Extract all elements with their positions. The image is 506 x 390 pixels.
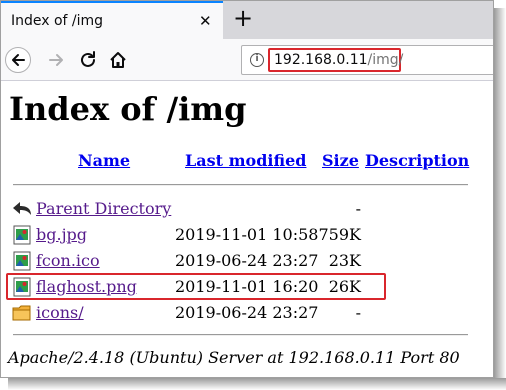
entry-size: 759K: [318, 225, 362, 244]
navigation-toolbar: i 192.168.0.11/img/: [1, 39, 493, 81]
entry-link[interactable]: Parent Directory: [36, 199, 171, 218]
info-icon[interactable]: i: [250, 53, 264, 67]
reload-button[interactable]: [75, 47, 101, 73]
column-header-size[interactable]: Size: [322, 151, 359, 170]
home-button[interactable]: [105, 47, 131, 73]
forward-button[interactable]: [43, 47, 69, 73]
browser-window: Index of /img ✕ + i 192.168.0.11/img/ In…: [0, 0, 494, 378]
home-icon: [110, 52, 126, 68]
image-file-icon: [13, 225, 31, 245]
tab-title: Index of /img: [11, 13, 104, 29]
divider-top: [13, 184, 468, 186]
close-tab-icon[interactable]: ✕: [199, 12, 212, 30]
column-header-name[interactable]: Name: [78, 151, 130, 170]
window-shadow-right: [494, 8, 506, 390]
divider-bottom: [13, 334, 468, 336]
back-button[interactable]: [5, 47, 31, 73]
url-text[interactable]: 192.168.0.11/img/: [274, 52, 403, 68]
tab-strip: Index of /img ✕ +: [1, 1, 493, 39]
image-file-icon: [13, 251, 31, 271]
new-tab-button[interactable]: +: [231, 4, 255, 32]
entry-date: 2019-06-24 23:27: [175, 303, 319, 322]
window-shadow-bottom: [8, 378, 506, 390]
entry-link[interactable]: bg.jpg: [36, 225, 87, 244]
entry-size: 23K: [328, 251, 361, 270]
entry-date: 2019-11-01 10:58: [175, 225, 319, 244]
list-item: icons/ 2019-06-24 23:27 -: [1, 300, 493, 326]
page-content: Index of /img Name Last modified Size De…: [1, 82, 493, 377]
url-path: /img/: [367, 52, 404, 68]
tab-index-of-img[interactable]: Index of /img ✕: [1, 1, 223, 39]
url-host: 192.168.0.11: [274, 52, 368, 68]
back-arrow-icon: [12, 54, 25, 66]
column-header-last-modified[interactable]: Last modified: [185, 151, 306, 170]
server-signature: Apache/2.4.18 (Ubuntu) Server at 192.168…: [8, 348, 460, 367]
list-item: Parent Directory -: [1, 196, 493, 222]
reload-icon: [81, 51, 95, 67]
column-header-description[interactable]: Description: [365, 151, 469, 170]
entry-link[interactable]: fcon.ico: [36, 251, 100, 270]
entry-date: 2019-06-24 23:27: [175, 251, 319, 270]
forward-arrow-icon: [49, 54, 63, 66]
list-item: fcon.ico 2019-06-24 23:27 23K: [1, 248, 493, 274]
entry-size: -: [355, 199, 361, 218]
back-arrow-icon: [13, 202, 31, 215]
entry-link[interactable]: icons/: [36, 303, 84, 322]
list-item: bg.jpg 2019-11-01 10:58 759K: [1, 222, 493, 248]
folder-icon: [12, 305, 31, 321]
entry-size: -: [355, 303, 361, 322]
row-highlight-box: [6, 273, 386, 300]
address-bar[interactable]: i 192.168.0.11/img/: [241, 45, 493, 75]
page-title: Index of /img: [9, 90, 247, 128]
